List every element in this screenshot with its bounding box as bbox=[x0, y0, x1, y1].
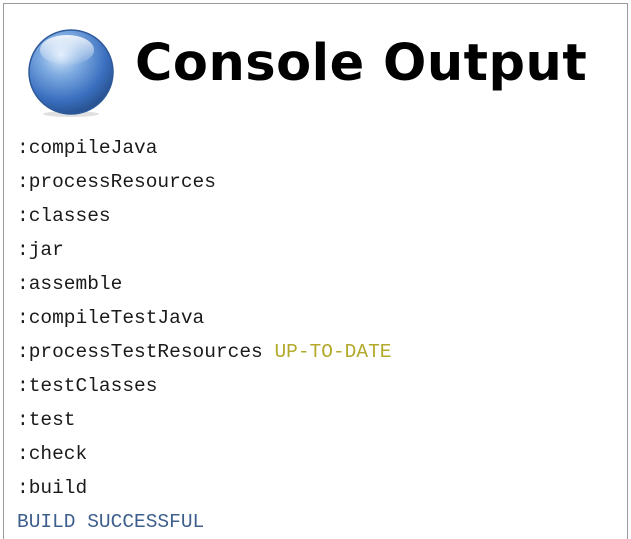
console-line: :compileJava bbox=[17, 131, 391, 165]
page-title: Console Output bbox=[135, 34, 588, 93]
console-line: :classes bbox=[17, 199, 391, 233]
console-globe-icon bbox=[28, 29, 114, 117]
task-name: :jar bbox=[17, 239, 64, 261]
build-result: BUILD SUCCESSFUL bbox=[17, 511, 205, 533]
console-line: :test bbox=[17, 403, 391, 437]
task-name: :testClasses bbox=[17, 375, 158, 397]
task-name: :test bbox=[17, 409, 76, 431]
task-name: :compileTestJava bbox=[17, 307, 205, 329]
task-name: :build bbox=[17, 477, 88, 499]
task-status: UP-TO-DATE bbox=[274, 341, 392, 363]
task-name: :classes bbox=[17, 205, 111, 227]
console-line: :check bbox=[17, 437, 391, 471]
console-line: :compileTestJava bbox=[17, 301, 391, 335]
task-name: :assemble bbox=[17, 273, 123, 295]
page-header: Console Output bbox=[4, 4, 627, 120]
console-line: :assemble bbox=[17, 267, 391, 301]
console-output-panel: Console Output :compileJava :processResou… bbox=[3, 3, 628, 539]
console-log: :compileJava :processResources :classes :ja… bbox=[17, 131, 391, 539]
console-line: :build bbox=[17, 471, 391, 505]
console-line: :jar bbox=[17, 233, 391, 267]
task-name: :processResources bbox=[17, 171, 216, 193]
console-line: :testClasses bbox=[17, 369, 391, 403]
task-name: :compileJava bbox=[17, 137, 158, 159]
task-name: :check bbox=[17, 443, 88, 465]
console-line: :processResources bbox=[17, 165, 391, 199]
console-line: :processTestResources UP-TO-DATE bbox=[17, 335, 391, 369]
task-name: :processTestResources bbox=[17, 341, 263, 363]
